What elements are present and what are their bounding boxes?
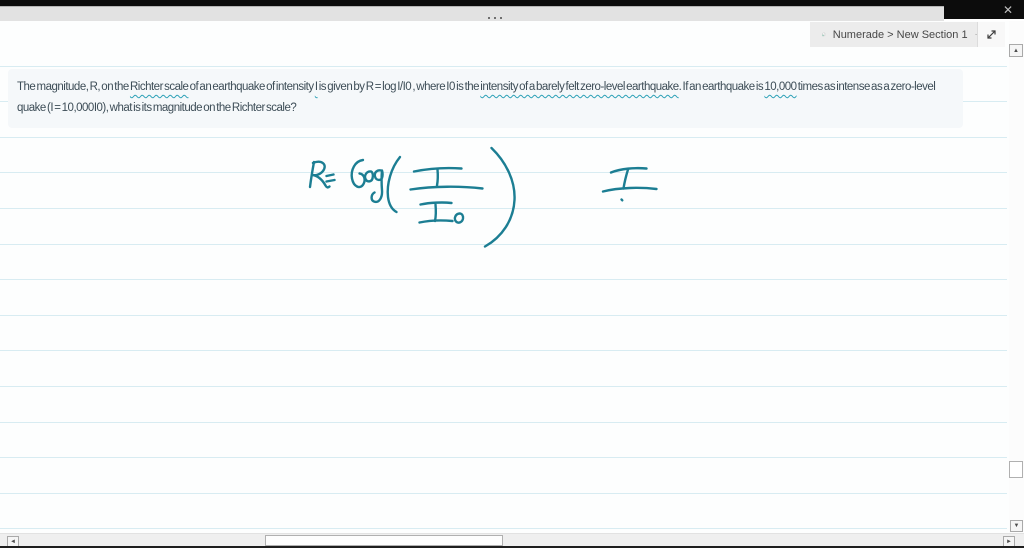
- drag-handle-dots-icon: [488, 17, 502, 19]
- scroll-down-button[interactable]: ▼: [1010, 520, 1023, 532]
- rule-line: [0, 421, 1007, 423]
- rule-line: [0, 279, 1007, 281]
- rule-line: [0, 172, 1007, 174]
- rule-line: [0, 386, 1007, 387]
- vertical-scrollbar-track[interactable]: [1009, 21, 1024, 533]
- rule-line: [0, 314, 1007, 316]
- close-icon: ✕: [1002, 3, 1014, 17]
- app-window: ✕ The magnitude, R, on the Richter scale…: [0, 0, 1024, 548]
- scroll-up-button[interactable]: ▲: [1009, 44, 1023, 57]
- question-segment: of an earthquake of intensity: [188, 81, 315, 93]
- underlined-phrase: 10,000: [764, 81, 797, 93]
- horizontal-scrollbar-thumb[interactable]: [265, 535, 503, 546]
- rule-line: [0, 65, 1007, 67]
- question-text: The magnitude, R, on the Richter scale o…: [17, 77, 954, 119]
- rule-line: [0, 528, 1007, 530]
- close-button[interactable]: ✕: [1000, 3, 1016, 17]
- question-segment: . If an earthquake is: [678, 81, 765, 93]
- arrow-down-icon: ▼: [1013, 523, 1020, 529]
- expand-view-button[interactable]: [977, 22, 1005, 47]
- window-drag-handle[interactable]: [0, 6, 944, 21]
- question-segment: is given by R = log I/I0 , where I0 is t…: [317, 81, 481, 93]
- question-box[interactable]: The magnitude, R, on the Richter scale o…: [8, 69, 963, 128]
- underlined-phrase: Richter scale: [129, 81, 189, 93]
- breadcrumb-label: Numerade > New Section 1: [832, 28, 968, 41]
- rule-line: [0, 457, 1007, 459]
- notebook-sync-icon: [822, 32, 826, 37]
- rule-line: [0, 136, 1007, 138]
- arrow-up-icon: ▲: [1013, 47, 1019, 54]
- arrow-left-icon: ◄: [10, 538, 16, 545]
- arrow-right-icon: ►: [1006, 538, 1012, 545]
- question-segment: The magnitude, R, on the: [17, 81, 130, 93]
- titlebar-right-section: ✕: [944, 0, 1024, 19]
- rule-line: [0, 350, 1007, 352]
- rule-line: [0, 243, 1007, 245]
- rule-line: [0, 492, 1007, 494]
- resize-diagonal-icon: [987, 30, 996, 39]
- notebook-breadcrumb-button[interactable]: Numerade > New Section 1: [810, 22, 977, 47]
- vertical-scrollbar-thumb[interactable]: [1009, 461, 1023, 478]
- underlined-phrase: intensity of a barely felt zero-level ea…: [480, 81, 679, 93]
- rule-line: [0, 208, 1007, 209]
